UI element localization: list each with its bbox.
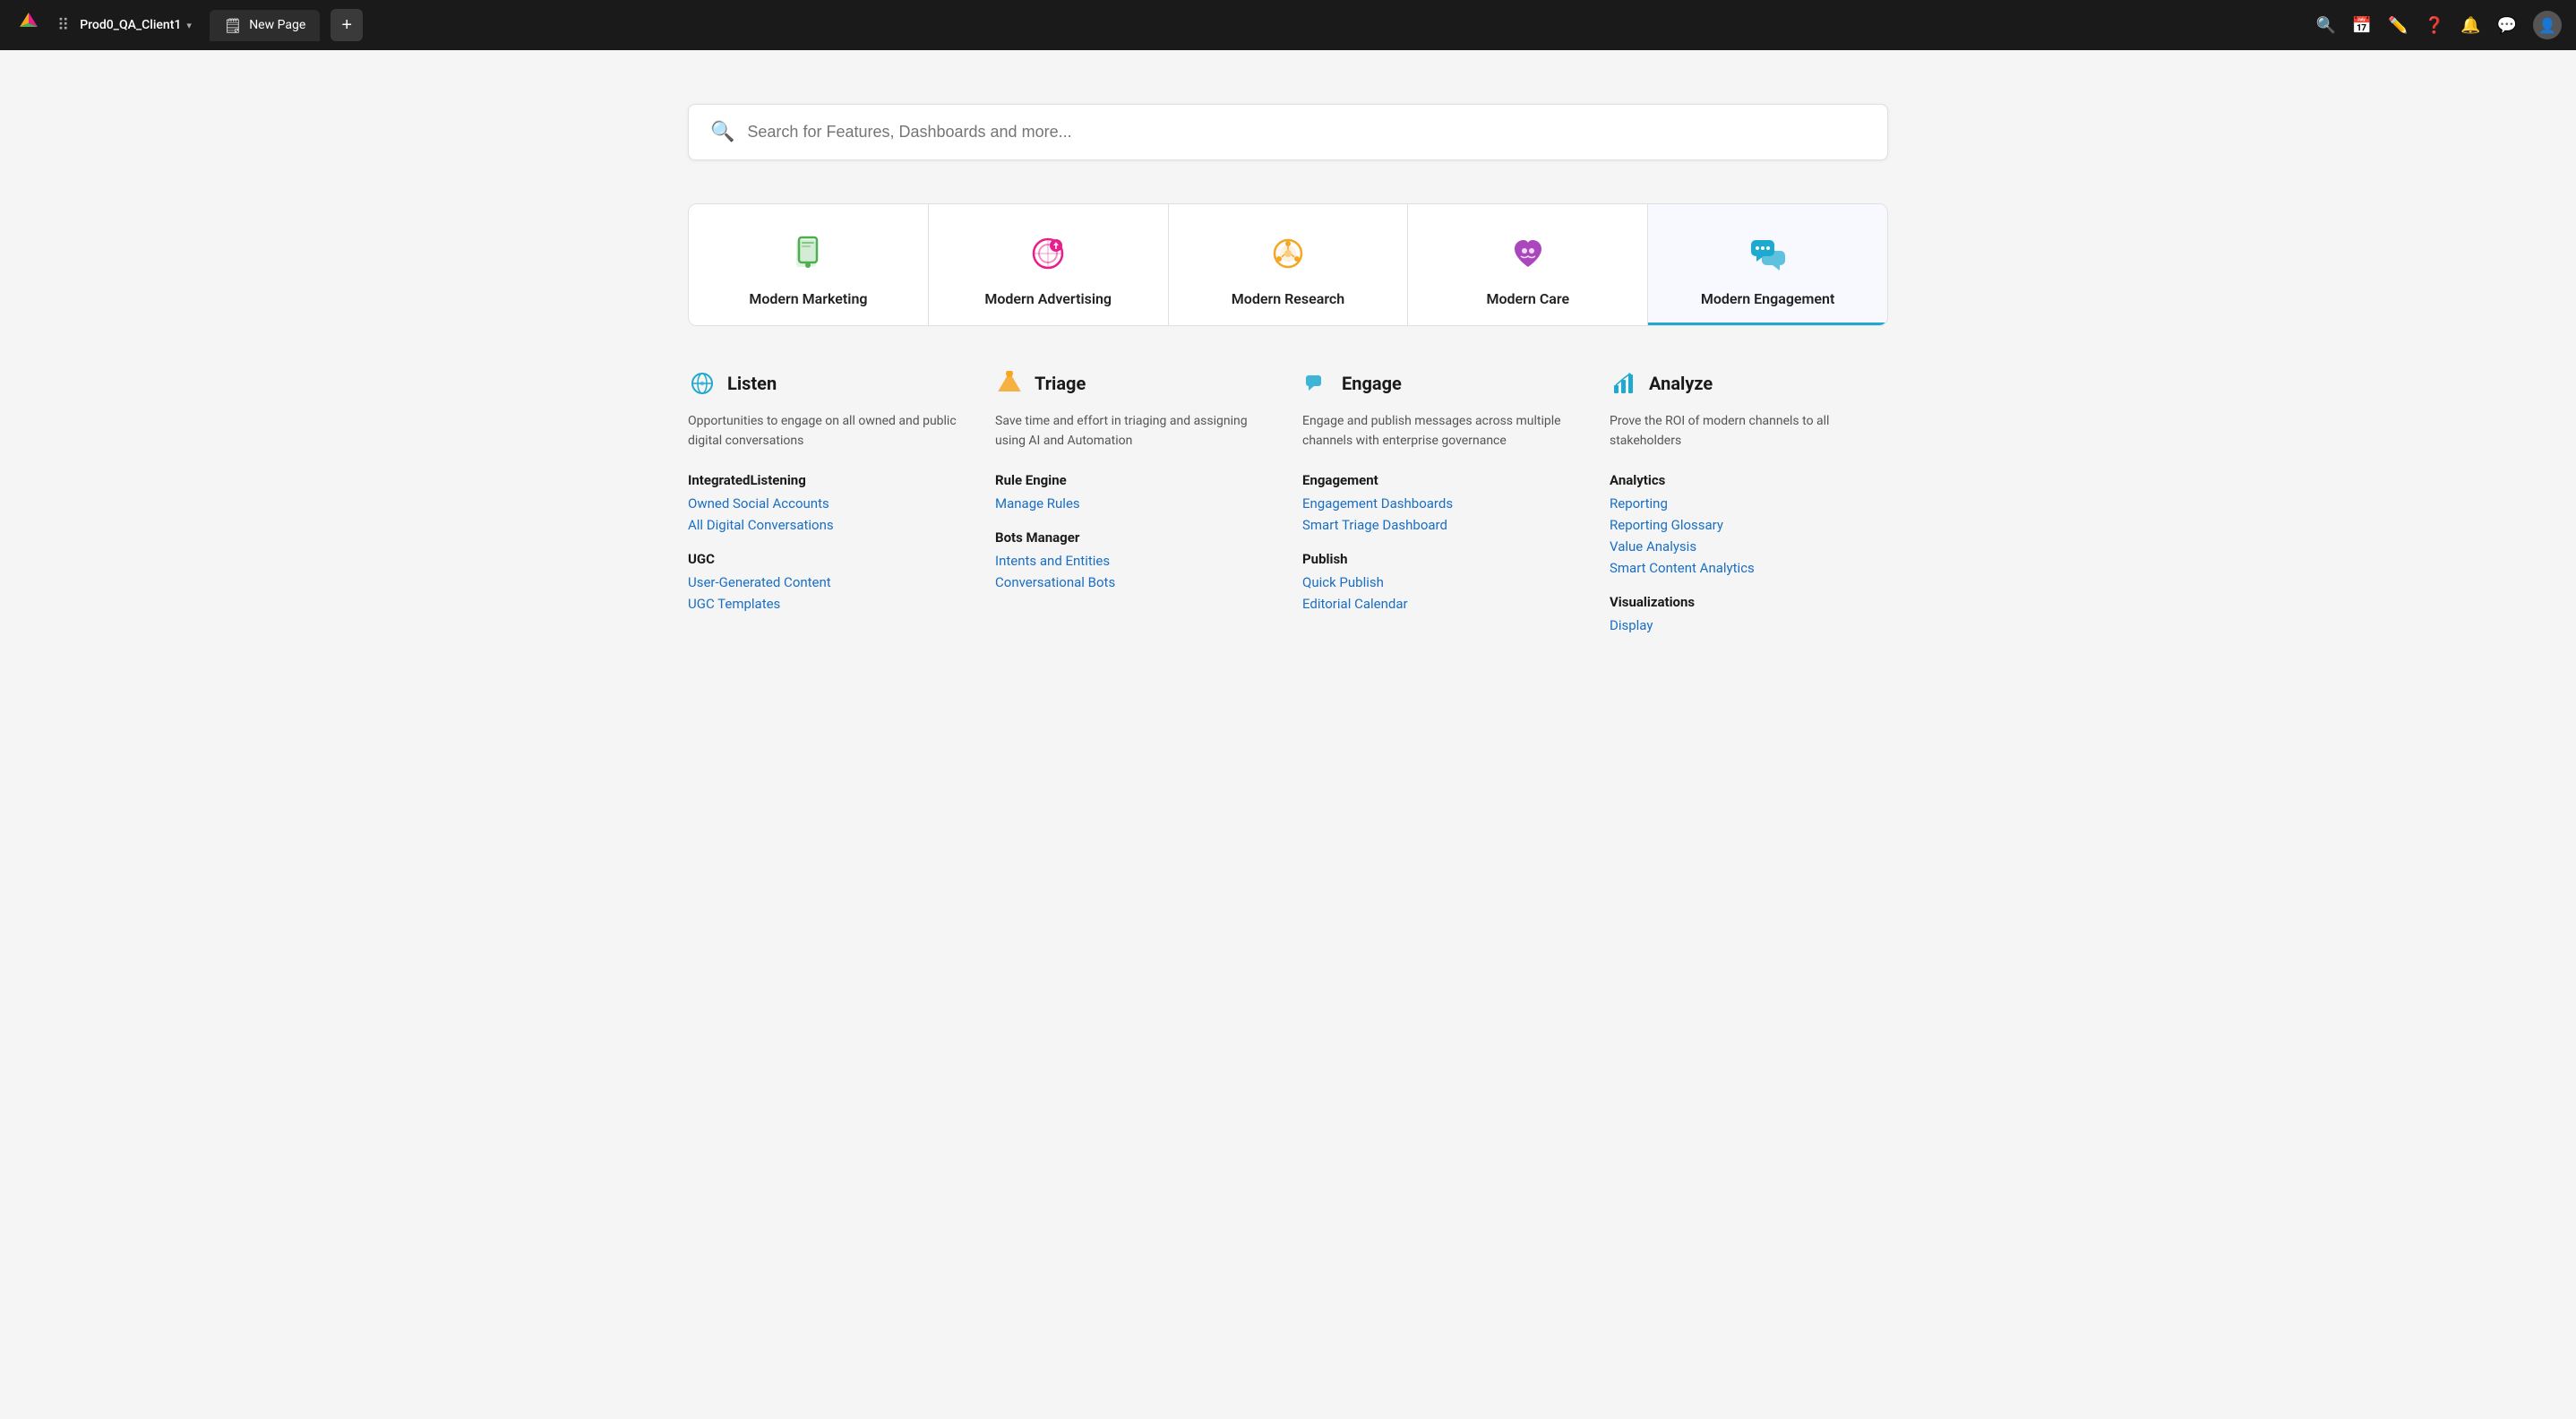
engage-link-0[interactable]: Engagement Dashboards [1302,495,1581,512]
listen-link-0[interactable]: Owned Social Accounts [688,495,966,512]
triage-link-0[interactable]: Manage Rules [995,495,1274,512]
engage-link-2[interactable]: Quick Publish [1302,574,1581,590]
tab-modern-research[interactable]: Modern Research [1169,204,1409,325]
engage-subsection-1: Publish Quick Publish Editorial Calendar [1302,551,1581,612]
tab-modern-engagement[interactable]: Modern Engagement [1648,204,1887,325]
analyze-desc: Prove the ROI of modern channels to all … [1610,412,1888,451]
triage-icon [995,369,1024,398]
triage-sub1-label: Bots Manager [995,529,1274,546]
chevron-down-icon: ▾ [186,20,192,31]
section-listen: Listen Opportunities to engage on all ow… [688,369,966,639]
user-avatar[interactable]: 👤 [2533,11,2562,39]
engage-link-3[interactable]: Editorial Calendar [1302,596,1581,612]
analyze-link-1[interactable]: Reporting Glossary [1610,517,1888,533]
analyze-link-3[interactable]: Smart Content Analytics [1610,560,1888,576]
sections-grid: Listen Opportunities to engage on all ow… [688,369,1888,639]
analyze-subsection-1: Visualizations Display [1610,594,1888,633]
listen-link-2[interactable]: User-Generated Content [688,574,966,590]
triage-link-2[interactable]: Conversational Bots [995,574,1274,590]
triage-subsection-0: Rule Engine Manage Rules [995,472,1274,512]
section-listen-header: Listen [688,369,966,398]
engage-sub0-label: Engagement [1302,472,1581,488]
listen-link-1[interactable]: All Digital Conversations [688,517,966,533]
section-analyze-header: Analyze [1610,369,1888,398]
search-bar: 🔍 [688,104,1888,160]
advertising-icon [1024,229,1072,278]
analyze-link-4[interactable]: Display [1610,617,1888,633]
listen-subsection-0: IntegratedListening Owned Social Account… [688,472,966,533]
active-tab[interactable]: 🗒 New Page [210,10,320,41]
grid-icon[interactable]: ⠿ [57,16,69,35]
chat-icon[interactable]: 💬 [2497,16,2517,35]
section-engage: Engage Engage and publish messages acros… [1302,369,1581,639]
section-triage-header: Triage [995,369,1274,398]
tab-marketing-label: Modern Marketing [749,290,867,307]
client-name: Prod0_QA_Client1 [80,18,181,32]
add-tab-button[interactable]: + [331,9,363,41]
analyze-subsection-0: Analytics Reporting Reporting Glossary V… [1610,472,1888,576]
help-icon[interactable]: ❓ [2425,16,2444,35]
app-logo[interactable] [14,11,43,39]
topnav: ⠿ Prod0_QA_Client1 ▾ 🗒 New Page + 🔍 📅 ✏️… [0,0,2576,50]
analyze-link-0[interactable]: Reporting [1610,495,1888,512]
client-selector[interactable]: Prod0_QA_Client1 ▾ [80,18,192,32]
triage-desc: Save time and effort in triaging and ass… [995,412,1274,451]
listen-sub0-label: IntegratedListening [688,472,966,488]
care-icon [1504,229,1552,278]
listen-icon [688,369,717,398]
search-icon[interactable]: 🔍 [2315,16,2335,35]
page-icon: 🗒 [224,17,242,34]
triage-title: Triage [1035,373,1086,394]
engagement-icon [1744,229,1792,278]
tab-care-label: Modern Care [1486,290,1569,307]
engage-icon [1302,369,1331,398]
module-tabs: Modern Marketing Modern Advertising [688,203,1888,326]
triage-subsection-1: Bots Manager Intents and Entities Conver… [995,529,1274,590]
tab-modern-care[interactable]: Modern Care [1408,204,1648,325]
tab-engagement-label: Modern Engagement [1701,290,1835,307]
tab-modern-marketing[interactable]: Modern Marketing [689,204,929,325]
engage-desc: Engage and publish messages across multi… [1302,412,1581,451]
analyze-sub0-label: Analytics [1610,472,1888,488]
search-input[interactable] [747,123,1866,142]
topnav-right-icons: 🔍 📅 ✏️ ❓ 🔔 💬 👤 [2315,11,2562,39]
analyze-sub1-label: Visualizations [1610,594,1888,610]
section-triage: Triage Save time and effort in triaging … [995,369,1274,639]
listen-subsection-1: UGC User-Generated Content UGC Templates [688,551,966,612]
engage-title: Engage [1342,373,1402,394]
analyze-title: Analyze [1649,373,1713,394]
bell-icon[interactable]: 🔔 [2460,16,2480,35]
triage-sub0-label: Rule Engine [995,472,1274,488]
marketing-icon [784,229,832,278]
tab-advertising-label: Modern Advertising [984,290,1112,307]
listen-desc: Opportunities to engage on all owned and… [688,412,966,451]
engage-link-1[interactable]: Smart Triage Dashboard [1302,517,1581,533]
analyze-icon [1610,369,1638,398]
engage-subsection-0: Engagement Engagement Dashboards Smart T… [1302,472,1581,533]
search-bar-icon: 🔍 [710,121,734,143]
triage-link-1[interactable]: Intents and Entities [995,553,1274,569]
research-icon [1264,229,1312,278]
tab-research-label: Modern Research [1232,290,1344,307]
section-analyze: Analyze Prove the ROI of modern channels… [1610,369,1888,639]
engage-sub1-label: Publish [1302,551,1581,567]
listen-link-3[interactable]: UGC Templates [688,596,966,612]
analyze-link-2[interactable]: Value Analysis [1610,538,1888,555]
section-engage-header: Engage [1302,369,1581,398]
listen-title: Listen [727,373,777,394]
main-content: 🔍 Modern Marketing [616,50,1960,675]
tab-modern-advertising[interactable]: Modern Advertising [929,204,1169,325]
tab-label: New Page [249,18,305,32]
edit-icon[interactable]: ✏️ [2388,16,2408,35]
listen-sub1-label: UGC [688,551,966,567]
calendar-icon[interactable]: 📅 [2352,16,2372,35]
